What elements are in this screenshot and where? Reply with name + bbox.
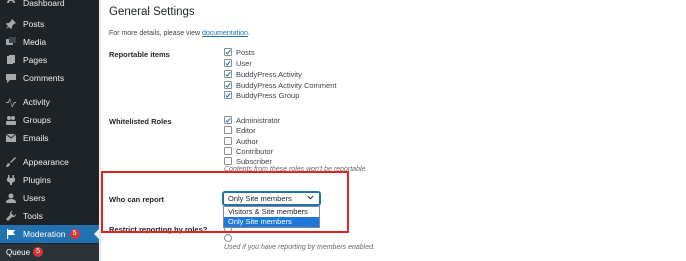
- role-option-editor[interactable]: Editor: [224, 125, 256, 135]
- active-menu-arrow: [94, 229, 99, 239]
- option-label: BuddyPress Activity: [236, 69, 302, 79]
- sidebar-item-dashboard[interactable]: Dashboard: [0, 0, 99, 12]
- chevron-down-icon: [307, 194, 314, 203]
- groups-icon: [5, 114, 17, 126]
- checkbox-unchecked[interactable]: [224, 126, 232, 134]
- sidebar-item-posts[interactable]: Posts: [0, 15, 99, 33]
- plugin-icon: [5, 174, 17, 186]
- documentation-link[interactable]: documentation: [202, 30, 248, 37]
- queue-count-badge: 5: [33, 247, 44, 257]
- option-label: Contributor: [236, 146, 274, 156]
- who-can-report-dropdown: Visitors & Site members Only Site member…: [223, 206, 320, 228]
- pin-icon: [5, 18, 17, 30]
- sidebar-item-comments[interactable]: Comments: [0, 69, 99, 87]
- restrict-description: Used if you have reporting by members en…: [224, 244, 375, 251]
- reportable-items-label: Reportable items: [109, 50, 170, 59]
- whitelisted-roles-description: Contents from these roles won't be repor…: [224, 166, 368, 173]
- checkbox-unchecked[interactable]: [224, 147, 232, 155]
- radio-button[interactable]: [224, 234, 232, 242]
- submenu-item-queue[interactable]: Queue 5: [6, 247, 44, 257]
- checkbox-checked[interactable]: [224, 81, 232, 89]
- settings-panel: General Settings For more details, pleas…: [100, 0, 686, 261]
- option-label: BuddyPress Activity Comment: [236, 80, 337, 90]
- media-icon: [5, 36, 17, 48]
- who-can-report-select[interactable]: Only Site members: [223, 192, 320, 205]
- checkbox-unchecked[interactable]: [224, 157, 232, 165]
- select-value: Only Site members: [228, 194, 292, 203]
- help-text-prefix: For more details, please view: [109, 30, 202, 37]
- email-icon: [5, 132, 17, 144]
- option-label: Administrator: [236, 115, 281, 125]
- help-text: For more details, please view documentat…: [109, 30, 250, 37]
- sidebar-item-groups[interactable]: Groups: [0, 111, 99, 129]
- sidebar-item-label: Users: [23, 193, 46, 203]
- sidebar-item-label: Comments: [23, 73, 65, 83]
- checkbox-checked[interactable]: [224, 91, 232, 99]
- option-label: Subscriber: [236, 156, 272, 166]
- sidebar-item-label: Dashboard: [23, 0, 65, 8]
- checkbox-checked[interactable]: [224, 59, 232, 67]
- sidebar-item-activity[interactable]: Activity: [0, 93, 99, 111]
- page-title: General Settings: [109, 6, 195, 18]
- flag-icon: [5, 228, 17, 240]
- reportable-option-user[interactable]: User: [224, 58, 252, 68]
- sidebar-item-emails[interactable]: Emails: [0, 129, 99, 147]
- restrict-option-no[interactable]: [224, 233, 236, 243]
- sidebar-item-label: Emails: [23, 133, 49, 143]
- role-option-contributor[interactable]: Contributor: [224, 146, 273, 156]
- checkbox-checked[interactable]: [224, 116, 232, 124]
- checkbox-checked[interactable]: [224, 48, 232, 56]
- sidebar-item-label: Media: [23, 37, 47, 47]
- sidebar-item-label: Appearance: [23, 157, 69, 167]
- sidebar-item-label: Posts: [23, 19, 45, 29]
- brush-icon: [5, 156, 17, 168]
- reportable-option-bp-activity[interactable]: BuddyPress Activity: [224, 69, 302, 79]
- dropdown-option-visitors[interactable]: Visitors & Site members: [224, 207, 319, 217]
- wrench-icon: [5, 210, 17, 222]
- whitelisted-roles-label: Whitelisted Roles: [109, 117, 172, 126]
- checkbox-unchecked[interactable]: [224, 137, 232, 145]
- sidebar-item-media[interactable]: Media: [0, 33, 99, 51]
- sidebar-item-users[interactable]: Users: [0, 189, 99, 207]
- option-label: BuddyPress Group: [236, 90, 300, 100]
- option-label: Posts: [236, 47, 255, 57]
- dropdown-option-site-members[interactable]: Only Site members: [224, 217, 319, 227]
- pages-icon: [5, 54, 17, 66]
- reportable-option-bp-activity-comment[interactable]: BuddyPress Activity Comment: [224, 80, 336, 90]
- role-option-administrator[interactable]: Administrator: [224, 115, 280, 125]
- option-label: Editor: [236, 125, 256, 135]
- restrict-by-roles-label: Restrict reporting by roles?: [109, 225, 208, 234]
- reportable-option-bp-group[interactable]: BuddyPress Group: [224, 90, 299, 100]
- sidebar-item-tools[interactable]: Tools: [0, 207, 99, 225]
- comment-icon: [5, 72, 17, 84]
- dashboard-icon: [5, 0, 17, 9]
- role-option-author[interactable]: Author: [224, 136, 258, 146]
- sidebar-item-label: Plugins: [23, 175, 51, 185]
- sidebar-item-label: Tools: [23, 211, 43, 221]
- moderation-count-badge: 5: [69, 229, 80, 239]
- admin-sidebar: Dashboard Posts Media Pages Comments Act…: [0, 0, 99, 261]
- sidebar-item-label: Activity: [23, 97, 50, 107]
- option-label: User: [236, 58, 252, 68]
- activity-icon: [5, 96, 17, 108]
- sidebar-item-label: Moderation: [23, 229, 66, 239]
- sidebar-item-moderation[interactable]: Moderation 5: [0, 225, 99, 243]
- role-option-subscriber[interactable]: Subscriber: [224, 156, 272, 166]
- help-text-suffix: .: [247, 30, 250, 37]
- sidebar-item-label: Pages: [23, 55, 48, 65]
- moderation-submenu: Queue 5: [0, 244, 99, 261]
- who-can-report-label: Who can report: [109, 195, 165, 204]
- sidebar-item-label: Groups: [23, 115, 51, 125]
- users-icon: [5, 192, 17, 204]
- sidebar-item-appearance[interactable]: Appearance: [0, 153, 99, 171]
- sidebar-item-plugins[interactable]: Plugins: [0, 171, 99, 189]
- checkbox-checked[interactable]: [224, 70, 232, 78]
- option-label: Author: [236, 136, 259, 146]
- submenu-item-label: Queue: [6, 247, 31, 257]
- sidebar-item-pages[interactable]: Pages: [0, 51, 99, 69]
- reportable-option-posts[interactable]: Posts: [224, 47, 255, 57]
